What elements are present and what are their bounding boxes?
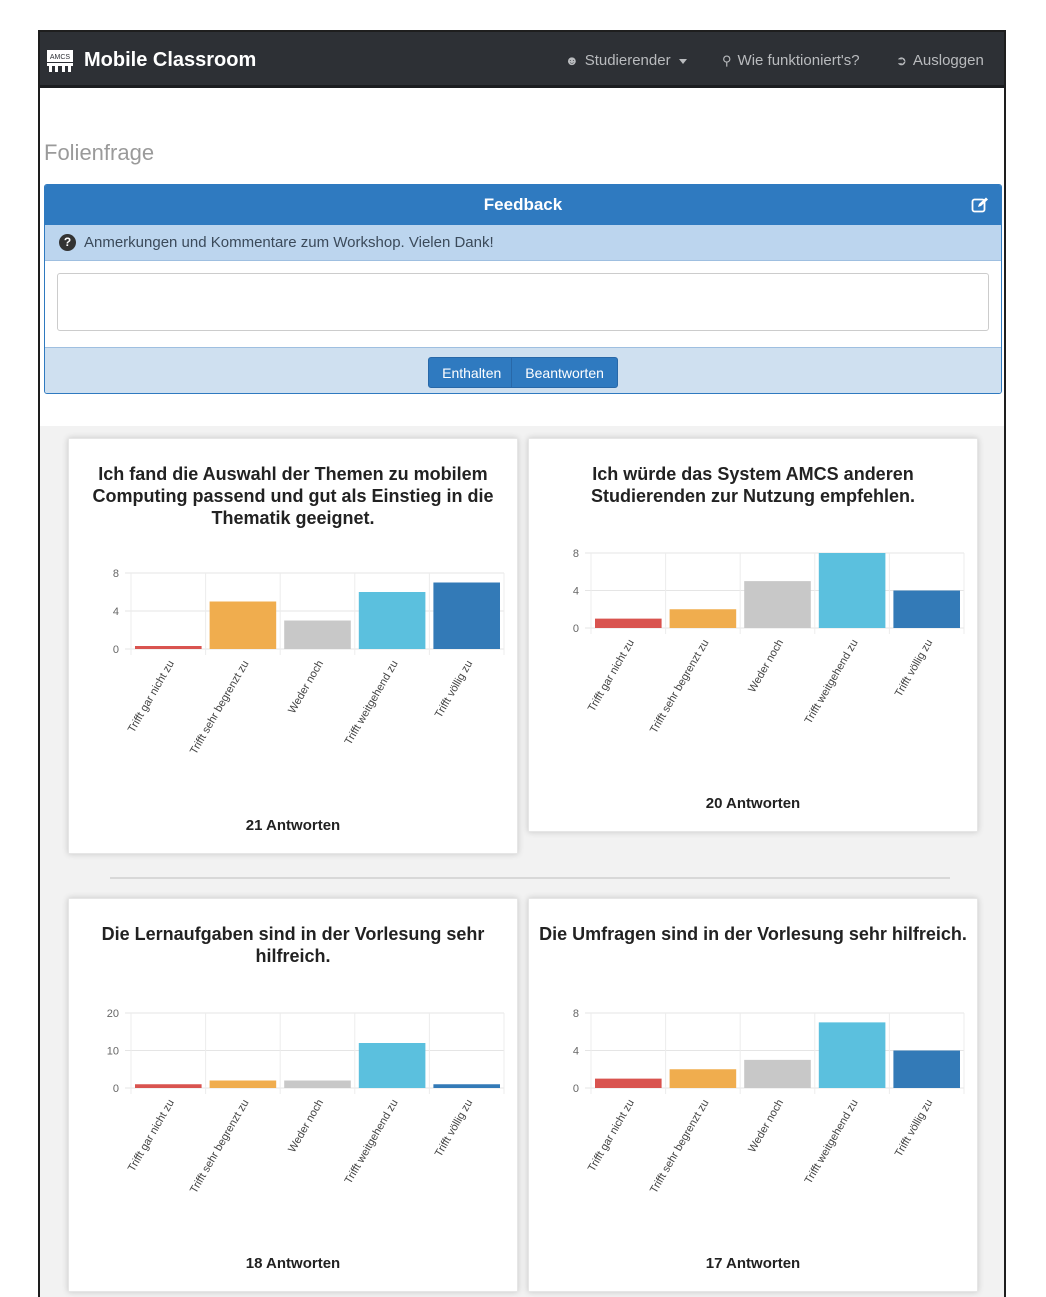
help-link[interactable]: ⚲ Wie funktioniert's? [722,52,860,69]
amcs-logo-icon: AMCS [47,50,73,72]
bar [669,609,737,628]
y-tick-label: 0 [113,644,119,656]
x-tick-label: Trifft weitgehend zu [343,659,401,748]
x-tick-label: Trifft weitgehend zu [803,638,861,727]
logout-link[interactable]: ➲ Ausloggen [896,52,984,69]
question-text: Anmerkungen und Kommentare zum Workshop.… [84,234,494,251]
x-tick-label: Trifft sehr begrenzt zu [188,659,252,757]
y-tick-label: 0 [573,623,579,635]
x-tick-label: Trifft völlig zu [893,1098,935,1160]
bar [669,1069,737,1088]
y-tick-label: 10 [107,1046,119,1058]
bar [595,618,662,628]
question-text-row: ? Anmerkungen und Kommentare zum Workshop… [45,225,1001,261]
lightbulb-icon: ⚲ [722,53,732,68]
chart-card: Die Umfragen sind in der Vorlesung sehr … [528,898,978,1292]
user-menu[interactable]: ☻ Studierender [565,52,687,69]
y-tick-label: 4 [573,1046,579,1058]
bar [284,1080,351,1088]
question-panel: Feedback ? Anmerkungen und Kommentare zum… [44,184,1002,394]
y-tick-label: 0 [573,1083,579,1095]
x-tick-label: Trifft sehr begrenzt zu [188,1098,252,1196]
edit-icon[interactable] [971,196,989,214]
caret-down-icon [678,58,687,64]
response-count: 20 Antworten [705,795,801,812]
x-tick-label: Weder noch [746,638,786,695]
y-tick-label: 8 [113,568,119,580]
y-tick-label: 20 [107,1008,119,1020]
bar [744,1059,811,1088]
logo-text: AMCS [50,54,71,61]
bar [135,646,202,649]
bar [818,1022,886,1088]
logout-link-label: Ausloggen [912,52,984,69]
panel-header: Feedback [45,185,1001,225]
bar [433,1084,500,1088]
page-title: Folienfrage [44,140,155,165]
answer-button[interactable]: Beantworten [511,357,618,388]
bar-chart: 0 10 20 Trifft gar nicht zu Trifft sehr begr… [107,1008,505,1196]
x-tick-label: Weder noch [286,659,326,716]
y-tick-label: 0 [113,1083,119,1095]
x-tick-label: Trifft weitgehend zu [803,1098,861,1187]
answer-area [45,261,1001,347]
logout-icon: ➲ [896,53,907,68]
navbar: AMCS Mobile Classroom ☻ Studierender ⚲ Wie… [40,32,1004,88]
bar-chart: 0 4 8 Trifft gar nicht zu Trifft sehr begren… [573,1008,965,1196]
help-link-label: Wie funktioniert's? [737,52,860,69]
x-tick-label: Weder noch [746,1098,786,1155]
response-count: 17 Antworten [705,1255,801,1272]
bar [595,1078,662,1088]
bar [209,1080,277,1088]
y-tick-label: 4 [573,586,579,598]
x-tick-label: Trifft sehr begrenzt zu [648,1098,712,1196]
answer-input[interactable] [57,273,989,331]
bar-chart: 0 4 8 Trifft gar nicht zu Trifft sehr begren… [113,568,505,757]
brand-title[interactable]: Mobile Classroom [84,49,256,72]
user-icon: ☻ [565,53,579,68]
question-circle-icon: ? [59,233,76,251]
x-tick-label: Trifft völlig zu [893,638,935,700]
bar [358,1043,426,1088]
x-tick-label: Weder noch [286,1098,326,1155]
response-count: 18 Antworten [245,1255,341,1272]
abstain-button[interactable]: Enthalten [428,357,516,388]
bar [209,601,277,649]
chart-card: Ich würde das System AMCS anderen Studie… [528,438,978,832]
y-tick-label: 4 [113,606,119,618]
bar [284,620,351,649]
x-tick-label: Trifft weitgehend zu [343,1098,401,1187]
x-tick-label: Trifft gar nicht zu [126,659,177,735]
x-tick-label: Trifft gar nicht zu [586,1098,637,1174]
chart-card: Die Lernaufgaben sind in der Vorlesung s… [68,898,518,1292]
bar [893,1050,960,1088]
chart-card: Ich fand die Auswahl der Themen zu mobil… [68,438,518,854]
response-count: 21 Antworten [245,817,341,834]
bar [358,592,426,649]
x-tick-label: Trifft gar nicht zu [586,638,637,714]
bar [818,553,886,628]
y-tick-label: 8 [573,1008,579,1020]
x-tick-label: Trifft sehr begrenzt zu [648,638,712,736]
user-menu-label: Studierender [584,52,671,69]
y-tick-label: 8 [573,548,579,560]
bar [433,582,500,649]
x-tick-label: Trifft völlig zu [433,659,475,721]
bar [893,590,960,628]
bar [135,1084,202,1088]
bar-chart: 0 4 8 Trifft gar nicht zu Trifft sehr begren… [573,548,965,736]
app-window: AMCS Mobile Classroom ☻ Studierender ⚲ Wie… [38,30,1006,1297]
x-tick-label: Trifft völlig zu [433,1098,475,1160]
panel-footer: Enthalten Beantworten [45,347,1001,393]
section-divider [110,877,950,879]
bar [744,581,811,628]
x-tick-label: Trifft gar nicht zu [126,1098,177,1174]
panel-header-title: Feedback [483,195,563,214]
